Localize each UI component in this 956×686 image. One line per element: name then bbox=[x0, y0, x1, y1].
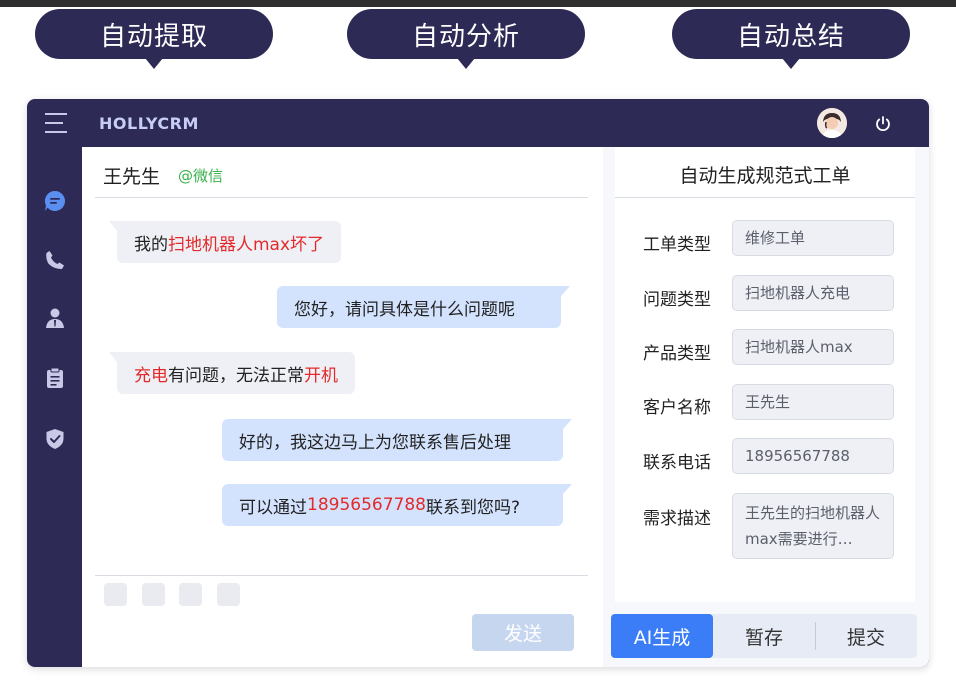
field-label-description: 需求描述 bbox=[643, 509, 711, 529]
chat-bubble-icon[interactable] bbox=[43, 189, 67, 213]
chat-message-agent: 好的，我这边马上为您联系售后处理 bbox=[222, 419, 572, 461]
chat-panel: 王先生 @微信 我的 扫地机器人max坏了 您好，请问具体是什么问题呢 充电 有问题… bbox=[82, 147, 603, 667]
clipboard-icon[interactable] bbox=[43, 366, 67, 390]
ticket-form: 自动生成规范式工单 工单类型 维修工单 问题类型 扫地机器人充电 产品类型 扫地… bbox=[615, 147, 915, 602]
chat-header-divider bbox=[95, 197, 588, 198]
message-highlight: 充电 bbox=[134, 365, 168, 386]
message-highlight: 扫地机器人max坏了 bbox=[168, 234, 325, 255]
chat-header: 王先生 @微信 bbox=[82, 147, 603, 199]
field-label-phone: 联系电话 bbox=[643, 453, 711, 473]
field-ticket-type-input[interactable]: 维修工单 bbox=[732, 220, 894, 256]
field-issue-type-input[interactable]: 扫地机器人充电 bbox=[732, 275, 894, 311]
ticket-panel: 自动生成规范式工单 工单类型 维修工单 问题类型 扫地机器人充电 产品类型 扫地… bbox=[603, 147, 929, 667]
save-draft-button[interactable]: 暂存 bbox=[713, 614, 815, 658]
message-text: 可以通过 bbox=[239, 497, 307, 518]
channel-tag: @微信 bbox=[178, 167, 224, 185]
field-label-product-type: 产品类型 bbox=[643, 344, 711, 364]
submit-button[interactable]: 提交 bbox=[815, 614, 917, 658]
send-button[interactable]: 发送 bbox=[472, 614, 574, 651]
crm-app-window: HOLLYCRM 王先生 @微信 我的 扫地机器人max坏了 您好，请问具体是什… bbox=[27, 99, 929, 667]
top-edge-bar bbox=[0, 0, 956, 7]
quick-reply-tool-button[interactable] bbox=[217, 583, 240, 606]
field-label-ticket-type: 工单类型 bbox=[643, 235, 711, 255]
power-icon[interactable] bbox=[874, 115, 892, 133]
banner-auto-extract: 自动提取 bbox=[35, 9, 273, 69]
message-highlight: 开机 bbox=[304, 365, 338, 386]
emoji-tool-button[interactable] bbox=[104, 583, 127, 606]
field-customer-name-input[interactable]: 王先生 bbox=[732, 384, 894, 420]
phone-icon[interactable] bbox=[43, 248, 67, 272]
message-text: 您好，请问具体是什么问题呢 bbox=[294, 299, 515, 320]
chat-message-customer: 我的 扫地机器人max坏了 bbox=[108, 221, 342, 263]
ai-generate-button[interactable]: AI生成 bbox=[611, 614, 713, 658]
chat-message-agent: 您好，请问具体是什么问题呢 bbox=[277, 286, 570, 328]
message-text: 联系到您吗? bbox=[425, 497, 521, 518]
menu-icon[interactable] bbox=[45, 113, 67, 133]
chat-message-customer: 充电 有问题，无法正常 开机 bbox=[109, 352, 355, 394]
brand-logo-text: HOLLYCRM bbox=[99, 114, 199, 133]
user-avatar[interactable] bbox=[817, 108, 847, 138]
app-header: HOLLYCRM bbox=[27, 99, 929, 147]
ticket-title: 自动生成规范式工单 bbox=[679, 165, 851, 187]
field-label-customer-name: 客户名称 bbox=[643, 398, 711, 418]
sidebar bbox=[27, 147, 82, 667]
banner-auto-summarize: 自动总结 bbox=[672, 9, 910, 69]
file-tool-button[interactable] bbox=[179, 583, 202, 606]
shield-check-icon[interactable] bbox=[43, 427, 67, 451]
banner-auto-analyze: 自动分析 bbox=[347, 9, 585, 69]
image-tool-button[interactable] bbox=[142, 583, 165, 606]
ticket-title-divider bbox=[615, 197, 915, 198]
message-highlight: 18956567788 bbox=[307, 495, 426, 515]
chat-message-agent: 可以通过 18956567788 联系到您吗? bbox=[222, 484, 572, 526]
message-text: 有问题，无法正常 bbox=[168, 365, 304, 386]
input-area-divider bbox=[95, 575, 588, 576]
field-product-type-input[interactable]: 扫地机器人max bbox=[732, 329, 894, 365]
field-phone-input[interactable]: 18956567788 bbox=[732, 438, 894, 474]
message-text: 好的，我这边马上为您联系售后处理 bbox=[239, 432, 511, 453]
contact-name: 王先生 bbox=[103, 166, 161, 188]
message-text: 我的 bbox=[134, 234, 168, 255]
field-label-issue-type: 问题类型 bbox=[643, 290, 711, 310]
field-description-textarea[interactable]: 王先生的扫地机器人max需要进行… bbox=[732, 493, 894, 559]
contact-person-icon[interactable] bbox=[43, 306, 67, 330]
ticket-action-bar: AI生成 暂存 提交 bbox=[611, 614, 917, 658]
